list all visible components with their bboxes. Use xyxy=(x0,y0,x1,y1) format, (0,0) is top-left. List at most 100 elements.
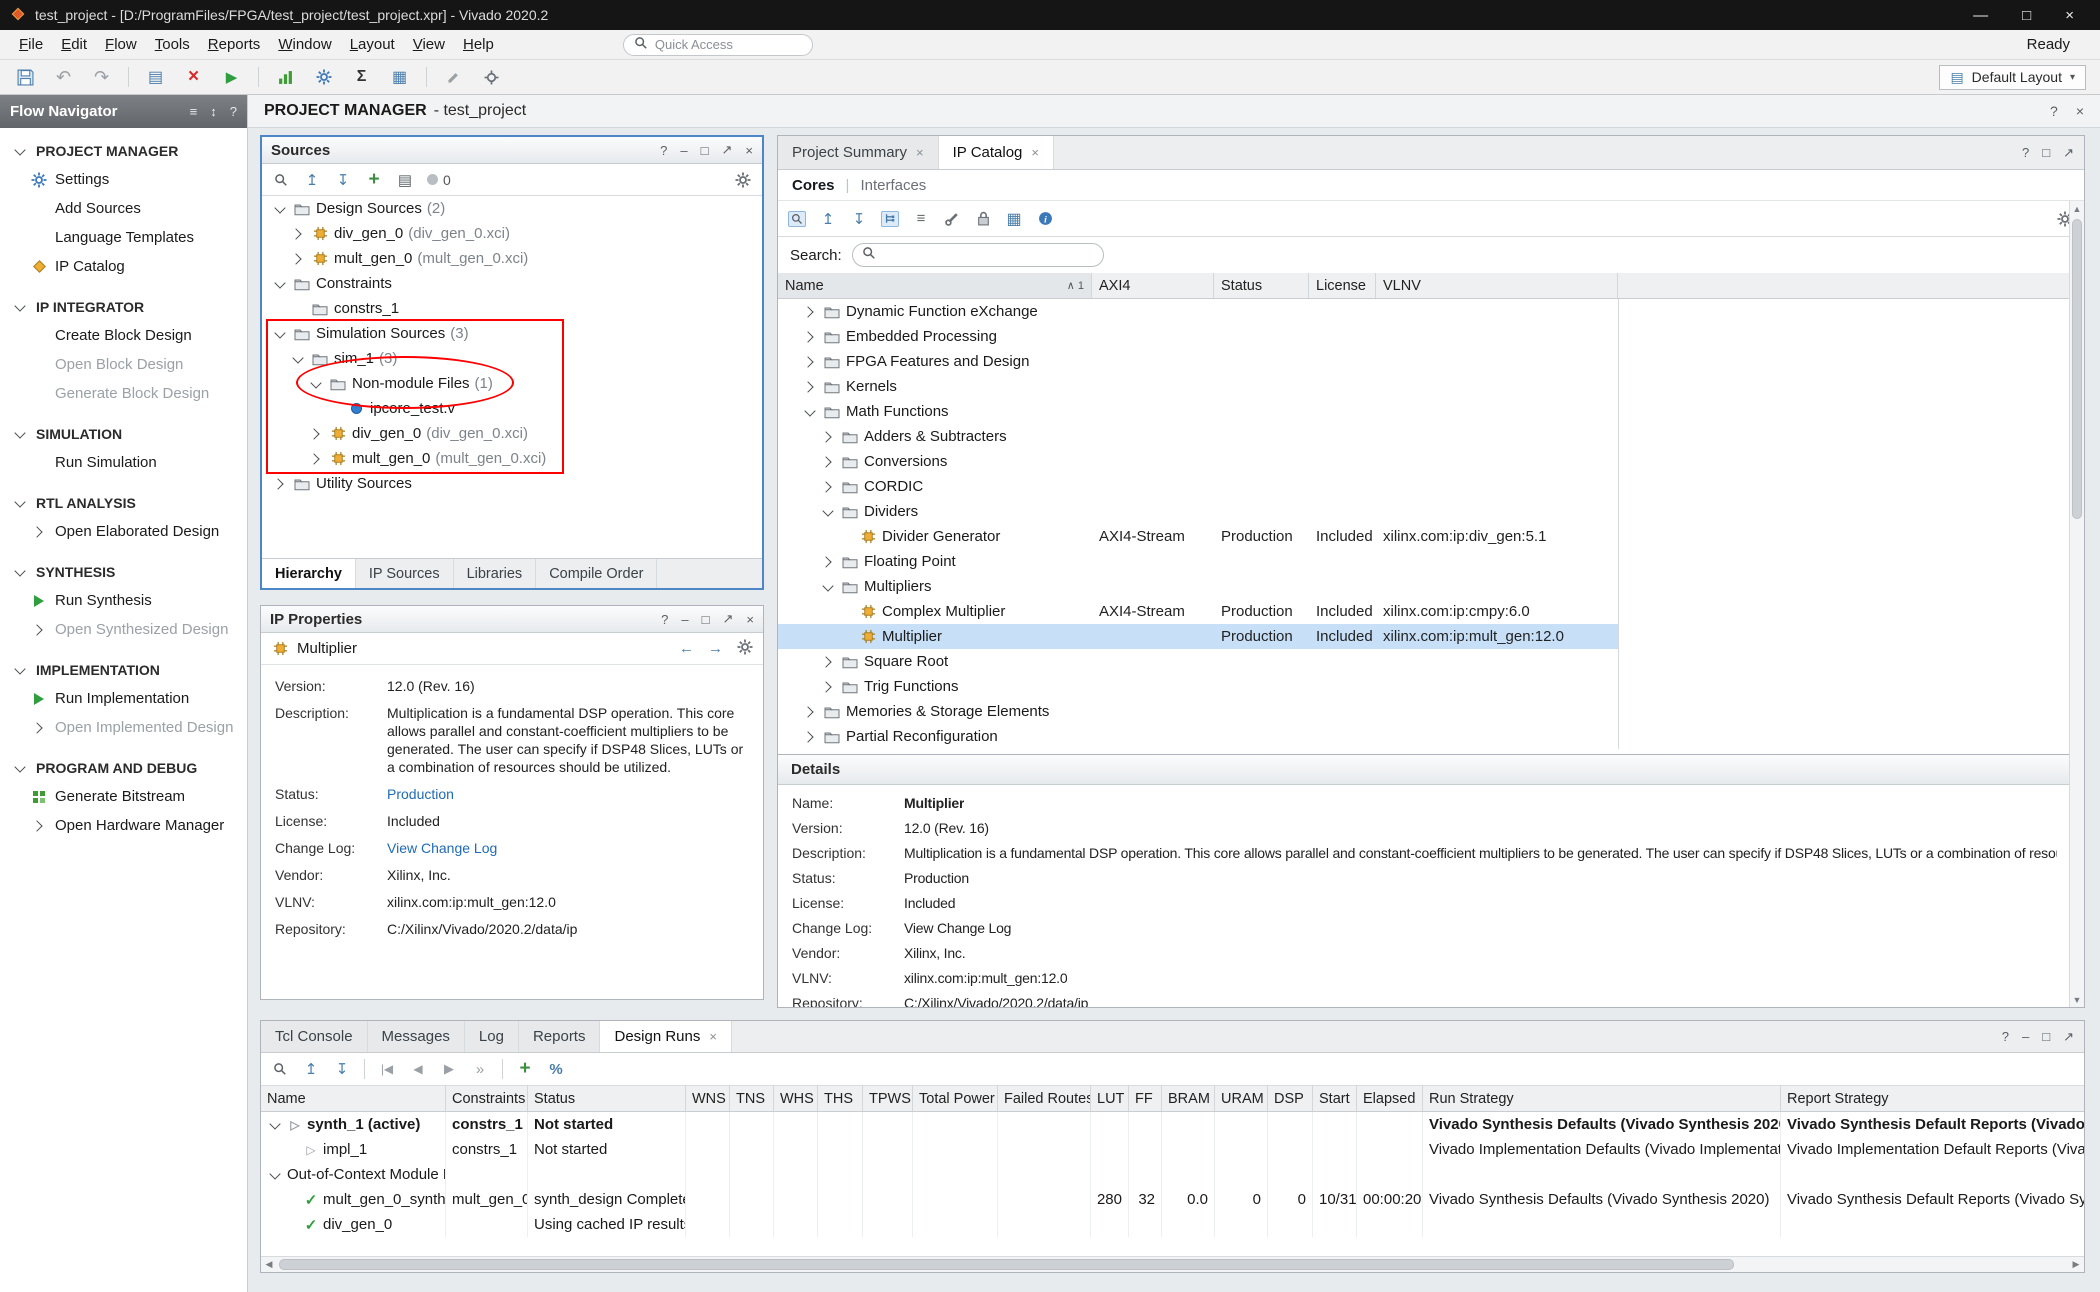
add-button[interactable]: + xyxy=(365,172,383,188)
chevron-down-icon[interactable] xyxy=(820,504,836,520)
save-button[interactable] xyxy=(14,66,37,89)
chevron-right-icon[interactable] xyxy=(820,454,836,470)
flow-item-run-implementation[interactable]: Run Implementation xyxy=(0,684,247,713)
tab-reports[interactable]: Reports xyxy=(519,1021,601,1052)
flat-button[interactable]: ≡ xyxy=(912,211,930,227)
float-icon[interactable]: □ xyxy=(2042,1029,2050,1044)
close-icon[interactable]: × xyxy=(1031,145,1039,160)
chevron-down-icon[interactable] xyxy=(820,579,836,595)
reports-button[interactable] xyxy=(274,66,297,89)
source-item-div-gen-0[interactable]: div_gen_0 (div_gen_0.xci) xyxy=(262,221,762,246)
catalog-row-conversions[interactable]: Conversions xyxy=(778,449,1618,474)
maximize-button[interactable]: □ xyxy=(2022,7,2031,24)
scroll-down-icon[interactable]: ▼ xyxy=(2070,992,2084,1007)
help-icon[interactable]: ? xyxy=(230,104,237,119)
close-button[interactable]: × xyxy=(2065,7,2074,24)
flow-item-settings[interactable]: Settings xyxy=(0,165,247,194)
catalog-row-divider-generator[interactable]: Divider Generator AXI4-Stream Production… xyxy=(778,524,1618,549)
column-header-status[interactable]: Status xyxy=(528,1086,686,1111)
column-header[interactable]: VLNV xyxy=(1376,273,1618,298)
column-header-wns[interactable]: WNS xyxy=(686,1086,730,1111)
catalog-row-math-functions[interactable]: Math Functions xyxy=(778,399,1618,424)
abort-button[interactable]: × xyxy=(182,66,205,89)
tab-log[interactable]: Log xyxy=(465,1021,519,1052)
source-item-mult-gen-0[interactable]: mult_gen_0 (mult_gen_0.xci) xyxy=(262,246,762,271)
flow-item-language-templates[interactable]: Language Templates xyxy=(0,223,247,252)
source-item-ipcore-test-v[interactable]: ipcore_test.v xyxy=(262,396,762,421)
run-gray-button[interactable]: ▶ xyxy=(440,1061,458,1077)
tab-project-summary[interactable]: Project Summary × xyxy=(778,136,939,169)
chevron-down-icon[interactable] xyxy=(267,1167,283,1183)
catalog-row-cordic[interactable]: CORDIC xyxy=(778,474,1618,499)
menu-edit[interactable]: Edit xyxy=(52,32,96,57)
column-header-tpws[interactable]: TPWS xyxy=(863,1086,913,1111)
chevron-right-icon[interactable] xyxy=(802,304,818,320)
maximize-icon[interactable]: ↗ xyxy=(722,142,733,158)
catalog-row-trig-functions[interactable]: Trig Functions xyxy=(778,674,1618,699)
flow-section-header[interactable]: SIMULATION xyxy=(0,419,247,448)
tab-messages[interactable]: Messages xyxy=(368,1021,465,1052)
source-item-simulation-sources[interactable]: Simulation Sources (3) xyxy=(262,321,762,346)
resize-icon[interactable]: ↕ xyxy=(210,104,217,119)
catalog-row-square-root[interactable]: Square Root xyxy=(778,649,1618,674)
chevron-down-icon[interactable] xyxy=(12,426,28,442)
catalog-row-kernels[interactable]: Kernels xyxy=(778,374,1618,399)
chevron-right-icon[interactable] xyxy=(802,704,818,720)
flow-item-create-block-design[interactable]: Create Block Design xyxy=(0,321,247,350)
flow-item-generate-block-design[interactable]: Generate Block Design xyxy=(0,379,247,408)
sources-panel-header[interactable]: Sources ? – □ ↗ × xyxy=(262,137,762,164)
ip-properties-header[interactable]: IP Properties ? – □ ↗ × xyxy=(261,606,763,633)
float-icon[interactable]: □ xyxy=(701,143,709,158)
chevron-right-icon[interactable] xyxy=(31,818,47,834)
chevron-right-icon[interactable] xyxy=(290,251,306,267)
chevron-right-icon[interactable] xyxy=(820,679,836,695)
sources-tab-ip-sources[interactable]: IP Sources xyxy=(356,559,454,588)
help-icon[interactable]: ? xyxy=(2002,1029,2009,1044)
help-icon[interactable]: ? xyxy=(661,612,668,627)
chevron-right-icon[interactable] xyxy=(308,426,324,442)
document-button[interactable]: ▤ xyxy=(144,66,167,89)
column-header-lut[interactable]: LUT xyxy=(1091,1086,1129,1111)
back-icon[interactable]: ← xyxy=(679,640,694,657)
forward-button[interactable]: » xyxy=(471,1061,489,1077)
design-run-row-div-gen-0[interactable]: ✓div_gen_0 Using cached IP results xyxy=(261,1212,2084,1237)
chevron-right-icon[interactable] xyxy=(802,329,818,345)
chevron-right-icon[interactable] xyxy=(308,451,324,467)
minimize-icon[interactable]: – xyxy=(680,143,687,158)
sources-tab-compile-order[interactable]: Compile Order xyxy=(536,559,657,588)
source-item-utility-sources[interactable]: Utility Sources xyxy=(262,471,762,496)
catalog-row-multiplier[interactable]: Multiplier Production Included xilinx.co… xyxy=(778,624,1618,649)
chevron-right-icon[interactable] xyxy=(802,354,818,370)
column-header-whs[interactable]: WHS xyxy=(774,1086,818,1111)
grid-button[interactable]: ▦ xyxy=(1005,211,1023,227)
grid-button[interactable]: ▦ xyxy=(388,66,411,89)
probe-button[interactable] xyxy=(480,66,503,89)
chevron-down-icon[interactable] xyxy=(12,495,28,511)
flow-item-ip-catalog[interactable]: IP Catalog xyxy=(0,252,247,281)
maximize-icon[interactable]: ↗ xyxy=(723,611,734,627)
column-header-ff[interactable]: FF xyxy=(1129,1086,1162,1111)
flow-item-open-hardware-manager[interactable]: Open Hardware Manager xyxy=(0,811,247,840)
source-item-div-gen-0[interactable]: div_gen_0 (div_gen_0.xci) xyxy=(262,421,762,446)
menu-flow[interactable]: Flow xyxy=(96,32,146,57)
chevron-right-icon[interactable] xyxy=(290,226,306,242)
settings-button[interactable] xyxy=(734,172,752,188)
scrollbar-thumb[interactable] xyxy=(2072,219,2082,519)
source-item-design-sources[interactable]: Design Sources (2) xyxy=(262,196,762,221)
scroll-right-icon[interactable]: ▶ xyxy=(2068,1257,2084,1272)
column-header-failed-routes[interactable]: Failed Routes xyxy=(998,1086,1091,1111)
collapse-all-button[interactable]: ↥ xyxy=(303,172,321,188)
column-header-bram[interactable]: BRAM xyxy=(1162,1086,1215,1111)
percent-button[interactable]: % xyxy=(547,1061,565,1077)
catalog-row-dividers[interactable]: Dividers xyxy=(778,499,1618,524)
column-header[interactable]: License xyxy=(1309,273,1376,298)
source-item-mult-gen-0[interactable]: mult_gen_0 (mult_gen_0.xci) xyxy=(262,446,762,471)
flow-item-open-implemented-design[interactable]: Open Implemented Design xyxy=(0,713,247,742)
close-icon[interactable]: × xyxy=(746,612,754,627)
close-icon[interactable]: × xyxy=(916,145,924,160)
chevron-right-icon[interactable] xyxy=(31,720,47,736)
column-header[interactable]: Status xyxy=(1214,273,1309,298)
flow-item-add-sources[interactable]: Add Sources xyxy=(0,194,247,223)
chevron-down-icon[interactable] xyxy=(12,760,28,776)
minimize-icon[interactable]: – xyxy=(681,612,688,627)
